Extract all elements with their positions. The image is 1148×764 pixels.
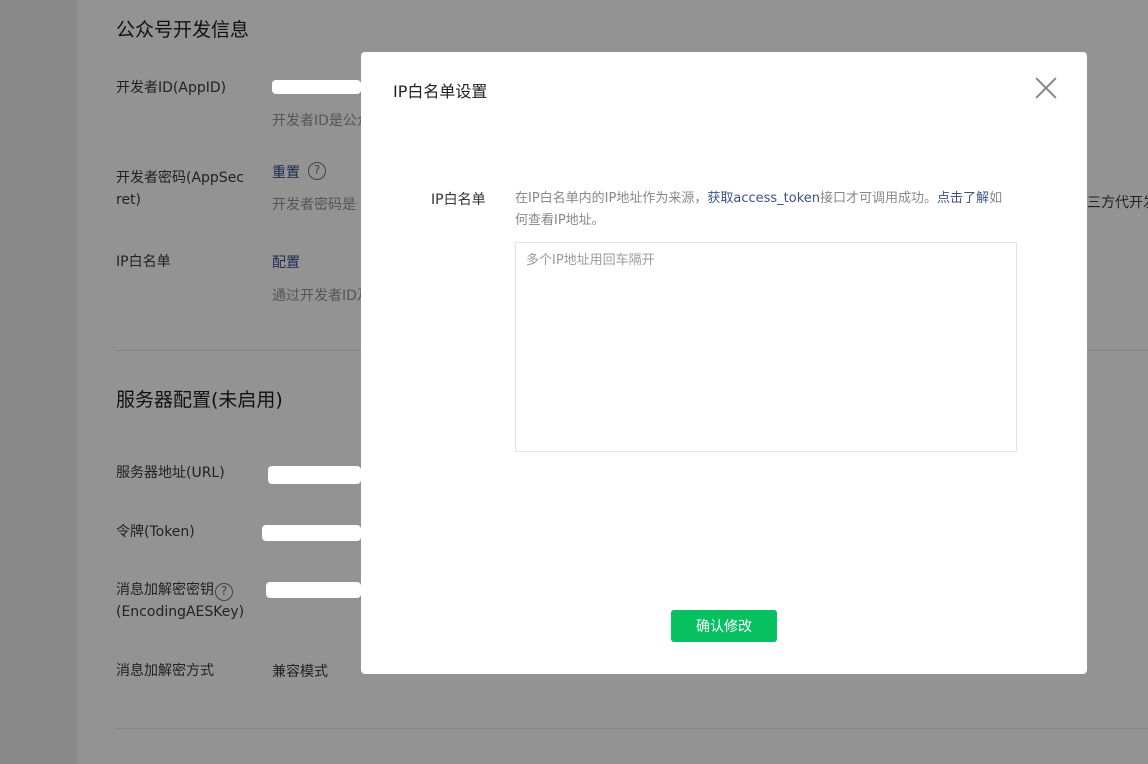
appid-description: 开发者ID是公众 bbox=[272, 113, 371, 129]
appid-label: 开发者ID(AppID) bbox=[116, 80, 227, 96]
server-url-redaction bbox=[268, 466, 361, 484]
help-icon[interactable]: ? bbox=[308, 162, 326, 180]
ip-config-link[interactable]: 配置 bbox=[272, 252, 300, 272]
token-label: 令牌(Token) bbox=[116, 524, 195, 540]
server-config-title: 服务器配置(未启用) bbox=[116, 389, 283, 411]
ip-whitelist-hint: 在IP白名单内的IP地址作为来源，获取access_token接口才可调用成功。… bbox=[515, 188, 1015, 232]
hint-middle: 接口才可调用成功。 bbox=[820, 191, 938, 206]
aes-key-label-line1: 消息加解密密钥 bbox=[116, 582, 214, 598]
encrypt-mode-label: 消息加解密方式 bbox=[116, 663, 214, 679]
ip-description: 通过开发者ID及 bbox=[272, 288, 371, 304]
appid-redaction bbox=[272, 80, 361, 94]
token-redaction bbox=[262, 525, 361, 541]
help-icon[interactable]: ? bbox=[215, 583, 233, 601]
aes-key-redaction bbox=[266, 582, 361, 598]
ip-whitelist-input[interactable] bbox=[515, 242, 1017, 452]
secret-description: 开发者密码是 bbox=[272, 197, 356, 213]
close-icon[interactable] bbox=[1034, 76, 1058, 100]
dialog-title: IP白名单设置 bbox=[393, 82, 488, 101]
third-party-dev-text: 三方代开发 bbox=[1087, 195, 1148, 211]
ip-whitelist-label: IP白名单 bbox=[116, 254, 171, 270]
encrypt-mode-value: 兼容模式 bbox=[272, 664, 328, 680]
section-divider bbox=[116, 728, 1148, 729]
reset-secret-link[interactable]: 重置 bbox=[272, 162, 300, 182]
server-url-label: 服务器地址(URL) bbox=[116, 465, 225, 481]
confirm-button[interactable]: 确认修改 bbox=[671, 610, 777, 642]
aes-key-label-line2: (EncodingAESKey) bbox=[116, 604, 245, 620]
ip-whitelist-field-label: IP白名单 bbox=[431, 192, 486, 208]
access-token-link[interactable]: 获取access_token bbox=[707, 191, 820, 206]
secret-label-line2: ret) bbox=[116, 192, 142, 208]
dev-info-title: 公众号开发信息 bbox=[116, 19, 250, 41]
ip-whitelist-dialog: IP白名单设置 IP白名单 在IP白名单内的IP地址作为来源，获取access_… bbox=[361, 52, 1087, 674]
left-sidebar bbox=[0, 0, 77, 764]
secret-label-line1: 开发者密码(AppSec bbox=[116, 170, 245, 186]
learn-more-link[interactable]: 点击了解 bbox=[937, 191, 989, 206]
hint-prefix: 在IP白名单内的IP地址作为来源， bbox=[515, 191, 708, 206]
